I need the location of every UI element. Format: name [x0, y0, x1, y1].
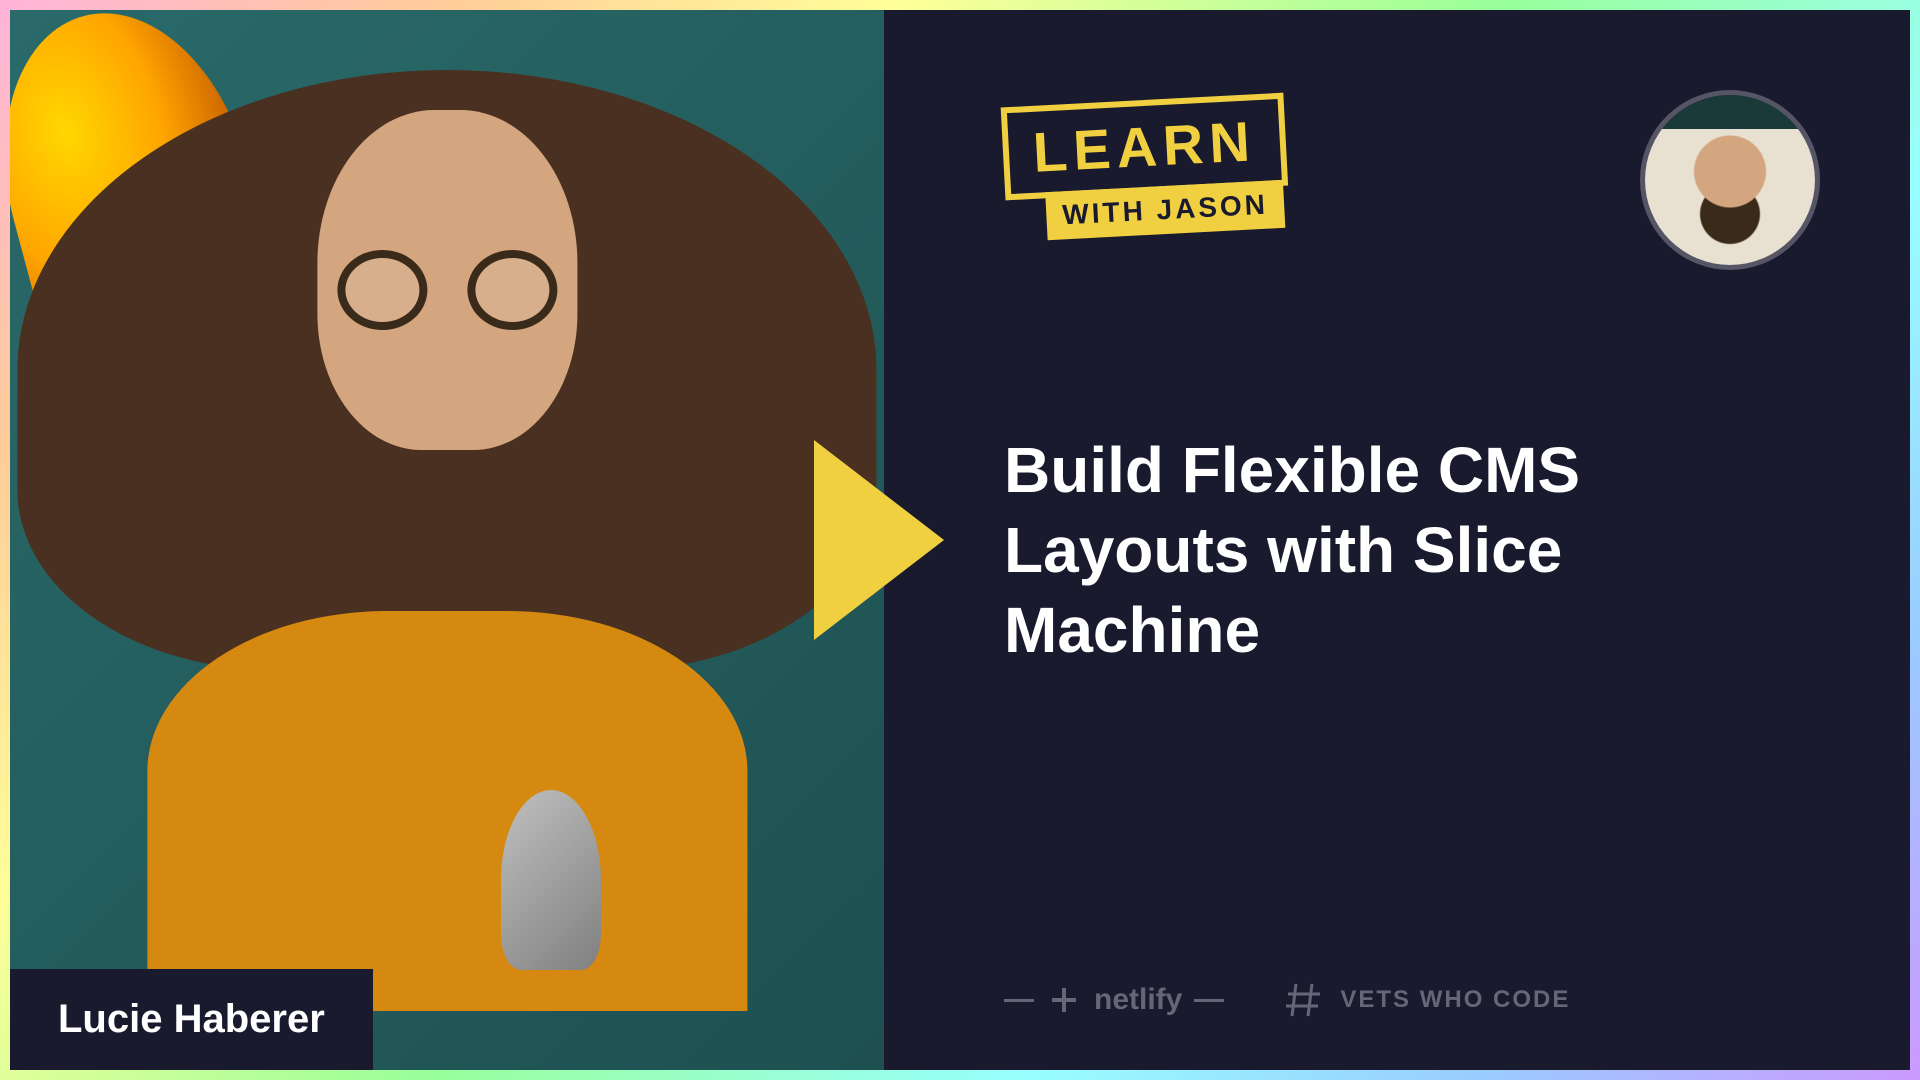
episode-title: Build Flexible CMS Layouts with Slice Ma… [1004, 430, 1820, 670]
play-icon[interactable] [814, 440, 944, 640]
thumbnail-container: Lucie Haberer LEARN WITH JASON Build Fle… [10, 10, 1910, 1070]
info-panel: LEARN WITH JASON Build Flexible CMS Layo… [884, 10, 1910, 1070]
glasses-icon [337, 250, 557, 330]
sponsor-netlify: netlify [1004, 982, 1224, 1018]
hash-flag-icon [1284, 980, 1324, 1020]
gradient-border: Lucie Haberer LEARN WITH JASON Build Fle… [0, 0, 1920, 1080]
sponsor-vets-who-code: VETS WHO CODE [1284, 980, 1570, 1020]
netlify-icon [1046, 982, 1082, 1018]
netlify-label: netlify [1094, 983, 1182, 1017]
sponsors-row: netlify VETS WHO CODE [1004, 980, 1570, 1020]
guest-photo [10, 10, 884, 1070]
show-logo: LEARN WITH JASON [1001, 93, 1291, 243]
guest-name-label: Lucie Haberer [58, 997, 325, 1041]
guest-name-banner: Lucie Haberer [10, 969, 373, 1070]
microphone-icon [491, 790, 611, 1070]
vwc-label: VETS WHO CODE [1340, 986, 1570, 1014]
guest-silhouette [97, 110, 796, 1011]
host-avatar [1640, 90, 1820, 270]
guest-video-panel: Lucie Haberer [10, 10, 884, 1070]
